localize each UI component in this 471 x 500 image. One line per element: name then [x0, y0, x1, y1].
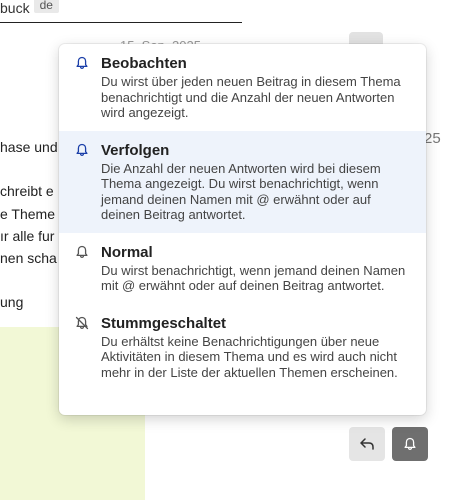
bell-slash-icon	[75, 316, 89, 329]
topic-header-fragment: buck de	[0, 0, 59, 17]
reply-icon	[360, 438, 374, 450]
bell-icon	[76, 245, 88, 258]
menu-item-description: Du erhältst keine Benachrichtigungen übe…	[101, 333, 398, 380]
notification-level-button[interactable]	[392, 427, 428, 461]
body-text-line: nen scha	[0, 250, 57, 266]
body-text-line: e Theme	[0, 206, 55, 222]
body-text-line: ır alle fur	[0, 228, 55, 244]
post-count: 25	[424, 130, 441, 147]
menu-item-title: Verfolgen	[101, 141, 170, 159]
header-text: buck	[0, 0, 30, 16]
body-text-line: ung	[0, 294, 24, 310]
menu-item-normal[interactable]: Normal Du wirst benachrichtigt, wenn jem…	[59, 233, 426, 304]
bell-icon	[404, 437, 416, 451]
notification-level-menu: Beobachten Du wirst über jeden neuen Bei…	[59, 44, 426, 415]
body-text-line: chreibt e	[0, 183, 54, 199]
menu-item-tracking[interactable]: Verfolgen Die Anzahl der neuen Antworten…	[59, 130, 426, 233]
locale-tag: de	[33, 0, 59, 13]
menu-item-description: Du wirst benachrichtigt, wenn jemand dei…	[101, 262, 406, 294]
bell-icon	[76, 143, 88, 156]
menu-item-title: Normal	[101, 243, 153, 261]
menu-item-muted[interactable]: Stummgeschaltet Du erhältst keine Benach…	[59, 304, 426, 391]
menu-item-title: Stummgeschaltet	[101, 314, 227, 332]
menu-item-description: Die Anzahl der neuen Antworten wird bei …	[101, 160, 381, 223]
menu-item-title: Beobachten	[101, 55, 187, 72]
divider	[0, 22, 242, 23]
body-text-line: hase und	[0, 139, 58, 155]
menu-item-description: Du wirst über jeden neuen Beitrag in die…	[101, 74, 401, 120]
menu-item-watching[interactable]: Beobachten Du wirst über jeden neuen Bei…	[59, 44, 426, 131]
bell-icon	[76, 56, 88, 70]
reply-button[interactable]	[349, 427, 385, 461]
